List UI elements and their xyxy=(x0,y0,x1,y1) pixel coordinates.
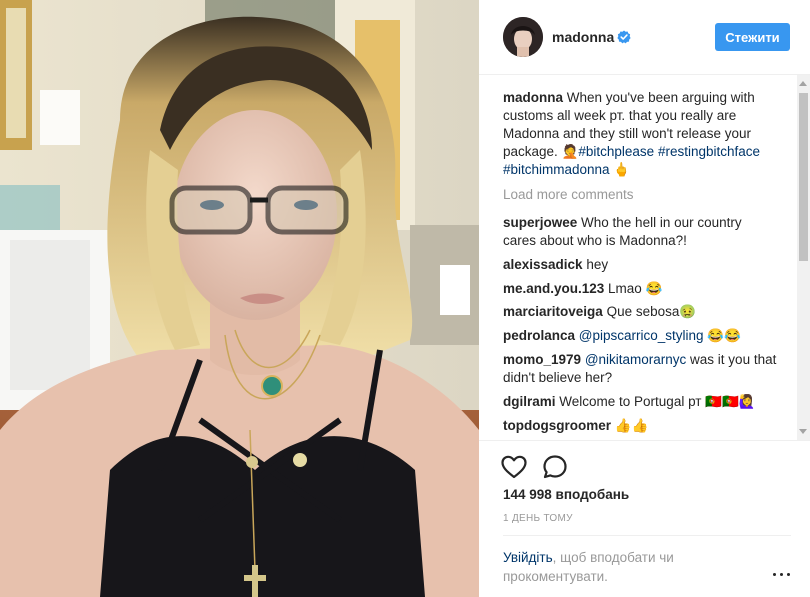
comment-text: Que sebosa🤢 xyxy=(602,304,697,319)
hashtag-link[interactable]: #bitchplease xyxy=(578,144,654,159)
comment-username[interactable]: topdogsgroomer xyxy=(503,418,611,433)
hashtag-link[interactable]: #restingbitchface xyxy=(658,144,760,159)
comment-username[interactable]: alexissadick xyxy=(503,257,583,272)
comments-list: madonna When you've been arguing with cu… xyxy=(479,75,810,440)
divider xyxy=(503,535,791,536)
caption-username[interactable]: madonna xyxy=(503,90,563,105)
likes-count[interactable]: 144 998 вподобань xyxy=(503,487,629,502)
header-username[interactable]: madonna xyxy=(552,29,614,45)
hashtag-link[interactable]: #bitchimmadonna xyxy=(503,162,610,177)
comment-item: pedrolanca @pipscarrico_styling 😂😂 xyxy=(503,327,778,345)
login-prompt: Увійдіть, щоб вподобати чи прокоментуват… xyxy=(503,548,723,586)
load-more-comments-link[interactable]: Load more comments xyxy=(503,187,634,202)
post-timestamp[interactable]: 1 ДЕНЬ ТОМУ xyxy=(503,513,573,524)
comments-scrollbar[interactable] xyxy=(797,75,810,440)
post-panel: madonna Стежити madonna When you've been… xyxy=(479,0,810,597)
comment-text: Welcome to Portugal рт 🇵🇹🇵🇹🙋‍♀️ xyxy=(555,394,756,409)
more-options-icon[interactable] xyxy=(771,569,793,581)
comment-item: topdogsgroomer 👍👍 xyxy=(503,417,778,435)
comment-item: superjowee Who the hell in our country c… xyxy=(503,214,778,250)
scrollbar-thumb[interactable] xyxy=(799,93,808,261)
comment-item: dgilrami Welcome to Portugal рт 🇵🇹🇵🇹🙋‍♀️ xyxy=(503,393,778,411)
login-link[interactable]: Увійдіть xyxy=(503,550,553,565)
comment-text: Lmao 😂 xyxy=(604,281,663,296)
avatar[interactable] xyxy=(503,17,543,57)
comment-username[interactable]: me.and.you.123 xyxy=(503,281,604,296)
comment-item: alexissadick hey xyxy=(503,256,778,274)
comment-item: me.and.you.123 Lmao 😂 xyxy=(503,280,778,298)
selfie-photo xyxy=(0,0,479,597)
comment-username[interactable]: pedrolanca xyxy=(503,328,575,343)
caption-emoji: 🖕 xyxy=(613,162,631,177)
comment-text: hey xyxy=(582,257,609,272)
comment-mention-link[interactable]: @pipscarrico_styling xyxy=(579,328,704,343)
comment-item: marciaritoveiga Que sebosa🤢 xyxy=(503,303,778,321)
scroll-up-arrow-icon[interactable] xyxy=(799,81,807,86)
scroll-down-arrow-icon[interactable] xyxy=(799,429,807,434)
follow-button[interactable]: Стежити xyxy=(715,23,790,51)
comment-username[interactable]: superjowee xyxy=(503,215,577,230)
comment-item: momo_1979 @nikitamorarnyc was it you tha… xyxy=(503,351,778,387)
comment-mention-link[interactable]: @nikitamorarnyc xyxy=(585,352,686,367)
comment-username[interactable]: momo_1979 xyxy=(503,352,581,367)
comment-text: 😂😂 xyxy=(703,328,741,343)
post-caption: madonna When you've been arguing with cu… xyxy=(503,89,773,179)
instagram-post: madonna Стежити madonna When you've been… xyxy=(0,0,810,597)
comment-username[interactable]: marciaritoveiga xyxy=(503,304,603,319)
caption-emoji: 🤦 xyxy=(561,144,579,159)
heart-icon[interactable] xyxy=(500,453,528,481)
comment-bubble-icon[interactable] xyxy=(541,453,569,481)
avatar-image xyxy=(503,17,543,57)
post-photo[interactable] xyxy=(0,0,479,597)
comment-text: 👍👍 xyxy=(611,418,649,433)
verified-badge-icon xyxy=(617,30,631,44)
comment-username[interactable]: dgilrami xyxy=(503,394,556,409)
post-actions: 144 998 вподобань 1 ДЕНЬ ТОМУ Увійдіть, … xyxy=(479,440,810,597)
post-header: madonna Стежити xyxy=(479,0,810,75)
